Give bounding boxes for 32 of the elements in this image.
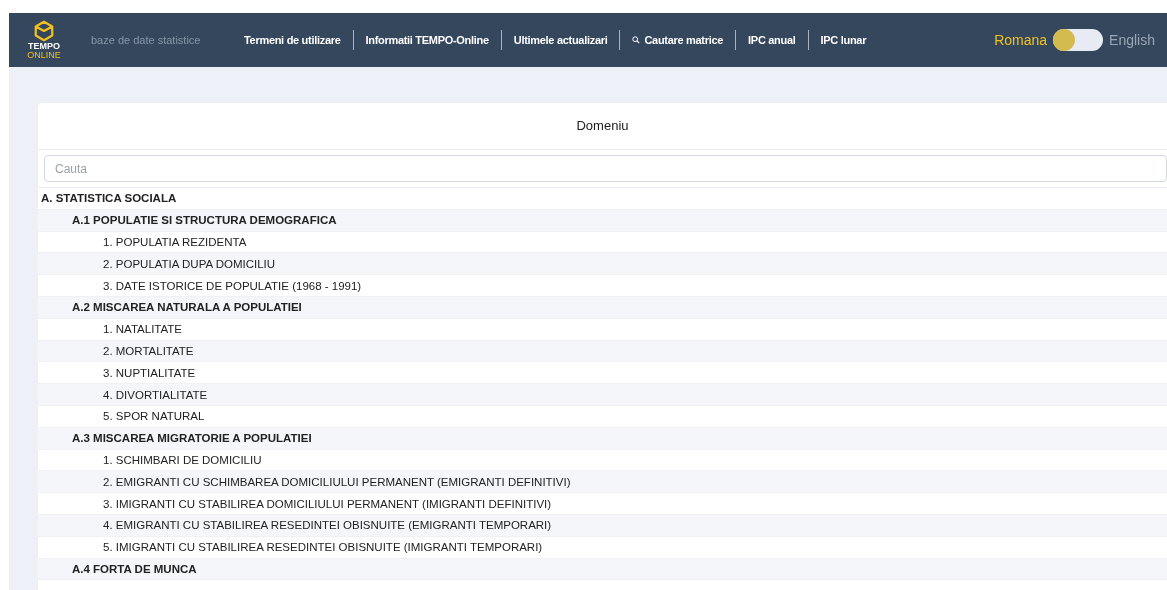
tree-item[interactable]: 1. SCHIMBARI DE DOMICILIU [41, 453, 262, 466]
tree-item[interactable]: A.3 MISCAREA MIGRATORIE A POPULATIEI [41, 432, 312, 445]
tree-item[interactable]: 5. IMIGRANTI CU STABILIREA RESEDINTEI OBISNUITE (IMIGRANTI TEMPORARI) [41, 541, 543, 554]
nav-link[interactable]: IPC anual [748, 34, 796, 46]
box-icon [33, 20, 55, 42]
tree-item[interactable]: 4. DIVORTIALITATE [41, 388, 208, 401]
logo-text: TEMPO [28, 42, 60, 51]
tree-item[interactable]: A.2 MISCAREA NATURALA A POPULATIEI [41, 301, 302, 314]
language-toggle[interactable] [1053, 29, 1104, 51]
tree-item[interactable]: 3. NUPTIALITATE [41, 366, 196, 379]
nav-link[interactable]: Ultimele actualizari [513, 34, 608, 46]
search-field[interactable]: Cauta [44, 155, 1167, 182]
language-option[interactable]: English [1109, 32, 1155, 48]
tree-item[interactable]: 1. POPULATIA REZIDENTA [41, 236, 247, 248]
tagline: baze de date statistice [91, 34, 202, 46]
tree-item[interactable]: 2. POPULATIA DUPA DOMICILIU [41, 257, 276, 270]
tree-item[interactable]: A. STATISTICA SOCIALA [41, 192, 177, 205]
nav-link[interactable]: IPC lunar [820, 34, 867, 46]
nav-link[interactable]: Informatii TEMPO-Online [365, 34, 489, 46]
language-option[interactable]: Romana [994, 32, 1048, 48]
tree-item[interactable]: 2. MORTALITATE [41, 344, 194, 357]
logo-subtext: ONLINE [27, 51, 61, 60]
search-icon [632, 36, 641, 44]
tree-item[interactable]: 5. SPOR NATURAL [41, 410, 205, 423]
tree-item[interactable]: 3. DATE ISTORICE DE POPULATIE (1968 - 1991) [41, 279, 362, 292]
tree-item[interactable]: 3. IMIGRANTI CU STABILIREA DOMICILIULUI PERMANENT (IMIGRANTI DEFINITIVI) [41, 497, 552, 510]
nav-link[interactable]: Cautare matrice [632, 34, 724, 46]
tree-item[interactable]: A.4 FORTA DE MUNCA [41, 562, 197, 575]
panel-title: Domeniu [38, 103, 1167, 150]
tree-item[interactable]: A.1 POPULATIE SI STRUCTURA DEMOGRAFICA [41, 214, 337, 227]
tree-item[interactable]: 1. NATALITATE [41, 323, 183, 336]
nav-link[interactable]: Termeni de utilizare [244, 34, 341, 46]
